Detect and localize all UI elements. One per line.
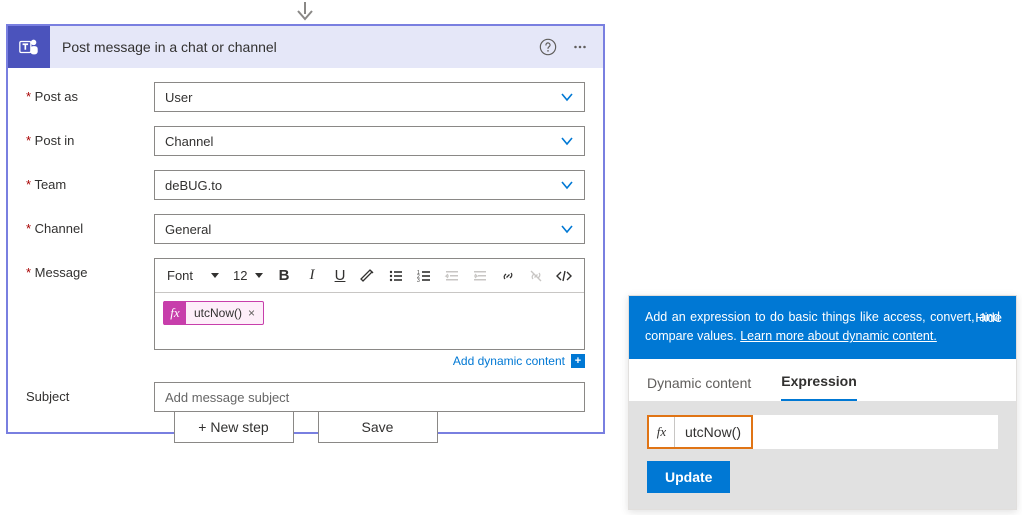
rte-bullets-button[interactable] [383, 264, 409, 288]
token-remove-icon[interactable]: × [248, 306, 263, 320]
chevron-down-icon [560, 90, 574, 104]
fx-icon: fx [164, 301, 186, 325]
rich-text-editor: Font 12 B I U [154, 258, 585, 350]
chevron-down-icon [560, 134, 574, 148]
expression-panel: Add an expression to do basic things lik… [628, 295, 1017, 510]
dropdown-value: User [165, 90, 192, 105]
rte-italic-button[interactable]: I [299, 264, 325, 288]
dropdown-channel[interactable]: General [154, 214, 585, 244]
add-dynamic-content-link[interactable]: Add dynamic content + [154, 354, 585, 368]
label-post-in: Post in [26, 126, 154, 148]
card-header[interactable]: Post message in a chat or channel [8, 26, 603, 68]
rte-size-select[interactable]: 12 [227, 264, 269, 288]
expression-token[interactable]: fx utcNow() × [163, 301, 264, 325]
learn-more-link[interactable]: Learn more about dynamic content. [740, 329, 937, 343]
rte-link-button[interactable] [495, 264, 521, 288]
flow-arrow-icon [293, 0, 317, 26]
label-team: Team [26, 170, 154, 192]
rte-outdent-button [439, 264, 465, 288]
tab-expression[interactable]: Expression [781, 373, 856, 401]
label-post-as: Post as [26, 82, 154, 104]
rte-content[interactable]: fx utcNow() × [155, 293, 584, 349]
card-title: Post message in a chat or channel [50, 39, 539, 55]
help-icon[interactable] [539, 38, 557, 56]
token-text: utcNow() [186, 306, 248, 320]
expression-input[interactable]: fx utcNow() [647, 415, 998, 449]
dropdown-post-as[interactable]: User [154, 82, 585, 112]
expression-tabs: Dynamic content Expression [629, 359, 1016, 401]
rte-numbered-button[interactable]: 123 [411, 264, 437, 288]
expression-value: utcNow() [675, 424, 751, 440]
rte-size-label: 12 [233, 268, 251, 283]
caret-down-icon [255, 273, 263, 278]
more-icon[interactable] [571, 38, 589, 56]
update-button[interactable]: Update [647, 461, 730, 493]
chevron-down-icon [560, 222, 574, 236]
rte-font-label: Font [167, 268, 207, 283]
rte-highlight-button[interactable] [355, 264, 381, 288]
teams-icon [8, 26, 50, 68]
svg-text:3: 3 [417, 278, 420, 284]
action-card: Post message in a chat or channel Post a… [6, 24, 605, 434]
expression-hint: Add an expression to do basic things lik… [629, 296, 1016, 359]
rte-bold-button[interactable]: B [271, 264, 297, 288]
caret-down-icon [211, 273, 219, 278]
rte-indent-button [467, 264, 493, 288]
dropdown-value: deBUG.to [165, 178, 222, 193]
label-channel: Channel [26, 214, 154, 236]
tab-dynamic-content[interactable]: Dynamic content [647, 375, 751, 401]
dropdown-team[interactable]: deBUG.to [154, 170, 585, 200]
subject-placeholder: Add message subject [165, 390, 289, 405]
label-message: Message [26, 258, 154, 280]
dyn-link-label: Add dynamic content [453, 354, 565, 368]
rte-code-button[interactable] [551, 264, 577, 288]
dropdown-value: General [165, 222, 211, 237]
subject-input[interactable]: Add message subject [154, 382, 585, 412]
new-step-button[interactable]: + New step [174, 411, 294, 443]
plus-icon: + [571, 354, 585, 368]
label-subject: Subject [26, 382, 154, 404]
rte-unlink-button [523, 264, 549, 288]
dropdown-post-in[interactable]: Channel [154, 126, 585, 156]
rte-font-select[interactable]: Font [161, 264, 225, 288]
dropdown-value: Channel [165, 134, 213, 149]
fx-icon: fx [649, 417, 675, 447]
rte-underline-button[interactable]: U [327, 264, 353, 288]
hide-button[interactable]: Hide [975, 308, 1002, 328]
chevron-down-icon [560, 178, 574, 192]
save-button[interactable]: Save [318, 411, 438, 443]
rte-toolbar: Font 12 B I U [155, 259, 584, 293]
